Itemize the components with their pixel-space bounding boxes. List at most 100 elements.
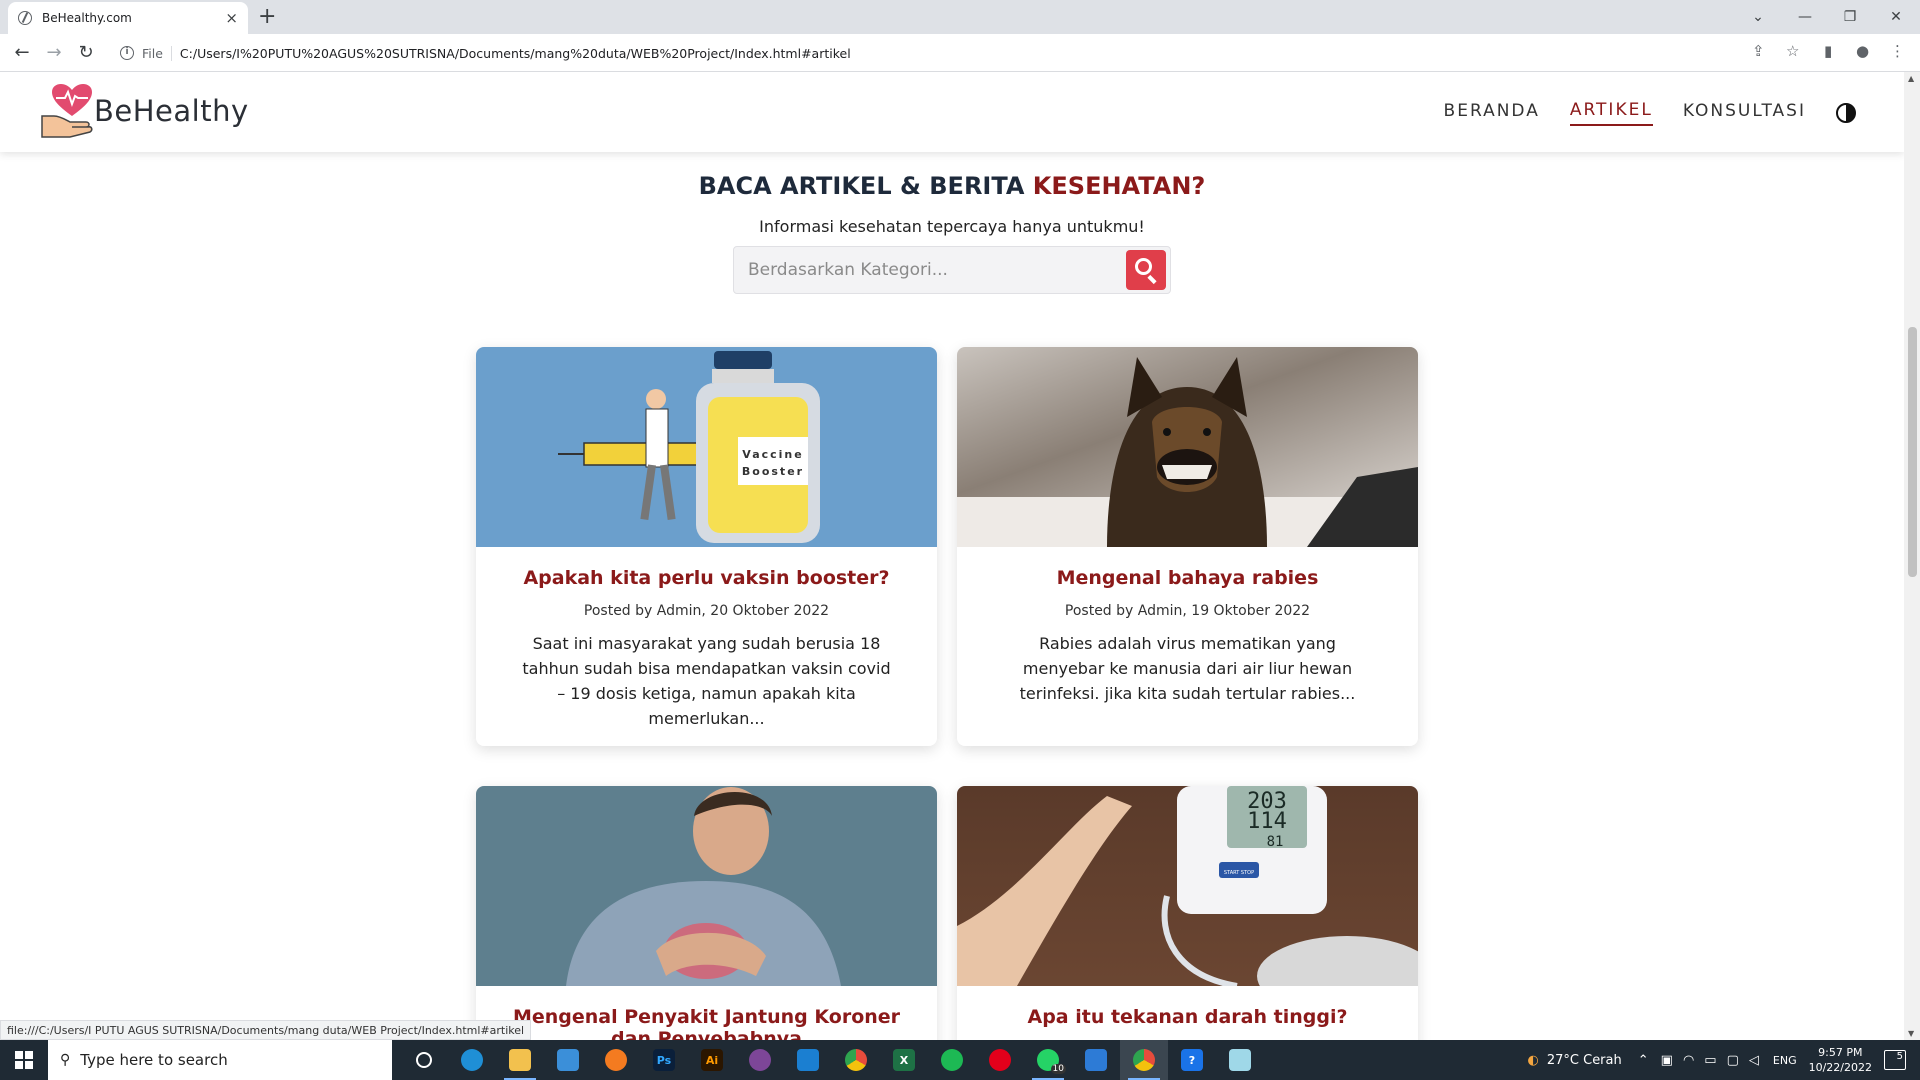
notes-icon (1229, 1049, 1251, 1071)
info-icon[interactable]: i (120, 46, 134, 60)
monitor-reading-dia: 114 (1247, 809, 1287, 834)
article-title[interactable]: Mengenal bahaya rabies (957, 567, 1418, 589)
svg-text:Vaccine: Vaccine (742, 448, 803, 461)
share-icon[interactable]: ⇪ (1752, 42, 1765, 60)
article-meta: Posted by Admin, 20 Oktober 2022 (583, 603, 830, 619)
section-title-main: BACA ARTIKEL & BERITA (698, 172, 1033, 200)
brand-name: BeHealthy (94, 94, 249, 128)
taskbar-search[interactable]: ⚲ Type here to search (48, 1040, 392, 1080)
taskbar-app-vscode[interactable] (784, 1040, 832, 1080)
clock-time: 9:57 PM (1818, 1046, 1863, 1059)
language-indicator[interactable]: ENG (1773, 1054, 1797, 1067)
brand-logo[interactable]: BeHealthy (40, 84, 249, 138)
page-scrollbar[interactable]: ▲ ▼ (1904, 72, 1920, 1040)
scroll-up-icon[interactable]: ▲ (1908, 74, 1914, 83)
article-meta: Posted by Admin, 19 Oktober 2022 (1064, 603, 1311, 619)
minimize-button[interactable]: — (1785, 6, 1825, 28)
search-button[interactable] (1126, 250, 1166, 290)
wifi-icon[interactable]: ◠ (1683, 1053, 1694, 1068)
browser-tab[interactable]: BeHealthy.com × (8, 2, 248, 34)
reload-icon[interactable]: ↻ (74, 42, 98, 63)
nav-link-konsultasi[interactable]: KONSULTASI (1683, 101, 1806, 125)
menu-kebab-icon[interactable]: ⋮ (1890, 42, 1905, 60)
taskbar-app-photoshop[interactable]: Ps (640, 1040, 688, 1080)
taskbar-app-chrome[interactable] (832, 1040, 880, 1080)
taskbar-app-mail[interactable] (1072, 1040, 1120, 1080)
back-arrow-icon[interactable]: ← (10, 42, 34, 63)
battery-icon[interactable]: ▭ (1704, 1053, 1716, 1068)
illustrator-icon: Ai (701, 1049, 723, 1071)
weather-icon[interactable]: ◐ (1528, 1053, 1539, 1068)
new-tab-button[interactable]: + (258, 4, 276, 29)
omnibox-scheme: File (142, 45, 172, 61)
article-card[interactable]: Mengenal bahaya rabies Posted by Admin, … (957, 347, 1418, 746)
forward-arrow-icon[interactable]: → (42, 42, 66, 63)
article-card[interactable]: Vaccine Booster Apakah kita perlu vaksin… (476, 347, 937, 746)
photoshop-icon: Ps (653, 1049, 675, 1071)
vscode-icon (797, 1049, 819, 1071)
article-title[interactable]: Apakah kita perlu vaksin booster? (476, 567, 937, 589)
mail-icon (1085, 1049, 1107, 1071)
taskbar-app-explorer[interactable] (496, 1040, 544, 1080)
opera-icon (989, 1049, 1011, 1071)
clock[interactable]: 9:57 PM 10/22/2022 (1809, 1045, 1872, 1075)
start-button[interactable] (0, 1040, 48, 1080)
taskbar-app-illustrator[interactable]: Ai (688, 1040, 736, 1080)
profile-icon[interactable]: ● (1856, 42, 1869, 60)
taskbar-app-whatsapp[interactable]: 10 (1024, 1040, 1072, 1080)
tab-search-icon[interactable]: ⌄ (1738, 6, 1778, 28)
tray-expand-icon[interactable]: ⌃ (1638, 1053, 1649, 1068)
clock-date: 10/22/2022 (1808, 1061, 1872, 1074)
taskbar-app-spotify[interactable] (928, 1040, 976, 1080)
tab-close-button[interactable]: × (225, 9, 238, 27)
task-view-button[interactable] (400, 1040, 448, 1080)
side-panel-icon[interactable]: ▮ (1824, 42, 1832, 60)
article-title[interactable]: Apa itu tekanan darah tinggi? (957, 1006, 1418, 1028)
section-subtitle: Informasi kesehatan tepercaya hanya untu… (759, 217, 1145, 236)
tor-browser-icon (749, 1049, 771, 1071)
taskbar-app-chrome-active[interactable] (1120, 1040, 1168, 1080)
bookmark-star-icon[interactable]: ☆ (1786, 42, 1799, 60)
taskbar-app-tor[interactable] (736, 1040, 784, 1080)
url-text[interactable]: C:/Users/I%20PUTU%20AGUS%20SUTRISNA/Docu… (180, 46, 851, 61)
restore-button[interactable]: ❐ (1830, 6, 1870, 28)
nav-link-beranda[interactable]: BERANDA (1444, 101, 1540, 125)
article-card[interactable]: 203 114 81 START STOP Apa itu tekanan da… (957, 786, 1418, 1040)
article-title[interactable]: Mengenal Penyakit Jantung Koroner dan Pe… (476, 1006, 937, 1040)
spotify-icon (941, 1049, 963, 1071)
address-bar[interactable]: i File C:/Users/I%20PUTU%20AGUS%20SUTRIS… (112, 39, 1732, 67)
heart-hand-icon (40, 84, 94, 138)
tab-title: BeHealthy.com (42, 11, 132, 25)
article-image-blood-pressure: 203 114 81 START STOP (957, 786, 1418, 986)
taskbar-app-edge[interactable] (448, 1040, 496, 1080)
chrome-icon (845, 1049, 867, 1071)
tab-strip: BeHealthy.com × + ⌄ — ❐ ✕ (0, 0, 1920, 34)
taskbar-app-excel[interactable]: X (880, 1040, 928, 1080)
category-search-input[interactable] (734, 260, 1126, 280)
display-icon[interactable]: ▢ (1727, 1053, 1739, 1068)
cortana-icon (416, 1052, 432, 1068)
taskbar-app-help[interactable]: ? (1168, 1040, 1216, 1080)
search-icon (1135, 258, 1152, 275)
scroll-down-icon[interactable]: ▼ (1908, 1029, 1914, 1038)
notification-center-button[interactable]: 5 (1884, 1050, 1906, 1070)
theme-toggle-icon[interactable] (1836, 103, 1856, 123)
nav-link-artikel[interactable]: ARTIKEL (1569, 100, 1653, 126)
edge-icon (461, 1049, 483, 1071)
system-tray: ◐ 27°C Cerah ⌃ ▣ ◠ ▭ ▢ ◁ ENG 9:57 PM 10/… (1528, 1040, 1920, 1080)
weather-text[interactable]: 27°C Cerah (1547, 1053, 1622, 1068)
volume-icon[interactable]: ◁ (1749, 1053, 1759, 1068)
meet-icon[interactable]: ▣ (1661, 1053, 1673, 1068)
close-window-button[interactable]: ✕ (1876, 6, 1916, 28)
taskbar-app-firefox[interactable] (592, 1040, 640, 1080)
main-nav: BERANDA ARTIKEL KONSULTASI (1414, 100, 1856, 126)
scrollbar-thumb[interactable] (1908, 327, 1917, 577)
taskbar-app-notes[interactable] (1216, 1040, 1264, 1080)
monitor-start-button: START STOP (1224, 870, 1254, 876)
whatsapp-badge: 10 (1050, 1064, 1066, 1074)
taskbar-apps: Ps Ai X 10 ? (400, 1040, 1264, 1080)
taskbar-app-opera[interactable] (976, 1040, 1024, 1080)
taskbar-app-store[interactable] (544, 1040, 592, 1080)
article-card[interactable]: Mengenal Penyakit Jantung Koroner dan Pe… (476, 786, 937, 1040)
section-title-accent: KESEHATAN? (1032, 172, 1206, 200)
